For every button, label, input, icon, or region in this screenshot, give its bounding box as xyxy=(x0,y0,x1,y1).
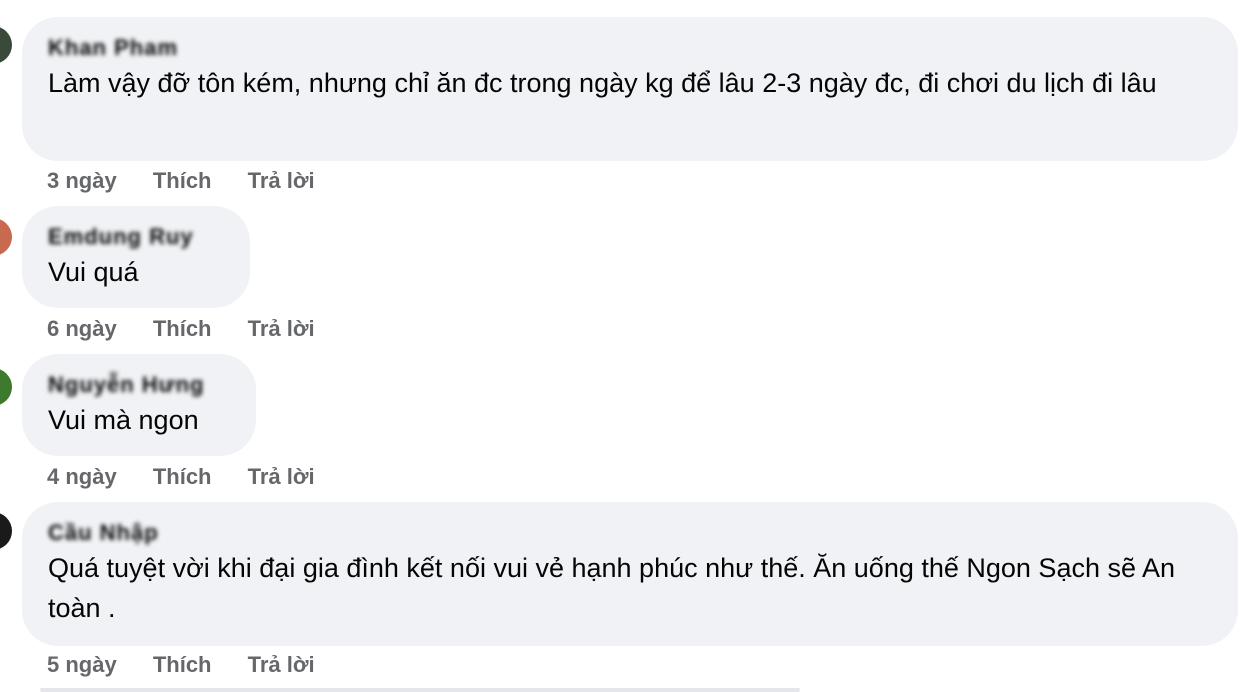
comment-bubble: Nguyễn Hưng Vui mà ngon xyxy=(22,354,256,456)
reply-button[interactable]: Trả lời xyxy=(248,652,315,677)
comment-text: Làm vậy đỡ tôn kém, nhưng chỉ ăn đc tron… xyxy=(48,68,1157,98)
like-button[interactable]: Thích xyxy=(153,316,212,341)
comment-bubble: Emdung Ruy Vui quá xyxy=(22,206,250,308)
comment-time[interactable]: 3 ngày xyxy=(47,168,117,193)
comment-bubble: Khan Pham Làm vậy đỡ tôn kém, nhưng chỉ … xyxy=(22,17,1238,161)
reply-button[interactable]: Trả lời xyxy=(248,168,315,193)
comments-list: Khan Pham Làm vậy đỡ tôn kém, nhưng chỉ … xyxy=(0,0,1257,692)
comment-author[interactable]: Cầu Nhập xyxy=(48,520,1212,546)
comment-author[interactable]: Emdung Ruy xyxy=(48,224,224,250)
comment-author[interactable]: Khan Pham xyxy=(48,35,1212,61)
comment-bubble: Cầu Nhập Quá tuyệt vời khi đại gia đình … xyxy=(22,502,1238,646)
reply-button[interactable]: Trả lời xyxy=(248,316,315,341)
like-button[interactable]: Thích xyxy=(153,168,212,193)
like-button[interactable]: Thích xyxy=(153,464,212,489)
avatar[interactable] xyxy=(0,26,12,64)
comment-actions: 5 ngày Thích Trả lời xyxy=(47,652,345,678)
comment-text: Vui mà ngon xyxy=(48,405,199,435)
comment-author[interactable]: Nguyễn Hưng xyxy=(48,372,230,398)
comment-time[interactable]: 6 ngày xyxy=(47,316,117,341)
comment-time[interactable]: 4 ngày xyxy=(47,464,117,489)
avatar[interactable] xyxy=(0,218,12,256)
avatar[interactable] xyxy=(0,368,12,406)
next-comment-edge xyxy=(40,688,800,692)
like-button[interactable]: Thích xyxy=(153,652,212,677)
comment-actions: 3 ngày Thích Trả lời xyxy=(47,168,345,194)
comment-time[interactable]: 5 ngày xyxy=(47,652,117,677)
comment-text: Vui quá xyxy=(48,257,139,287)
avatar[interactable] xyxy=(0,512,12,550)
comment-actions: 4 ngày Thích Trả lời xyxy=(47,464,345,490)
comment-text: Quá tuyệt vời khi đại gia đình kết nối v… xyxy=(48,553,1176,623)
reply-button[interactable]: Trả lời xyxy=(248,464,315,489)
comment-actions: 6 ngày Thích Trả lời xyxy=(47,316,345,342)
